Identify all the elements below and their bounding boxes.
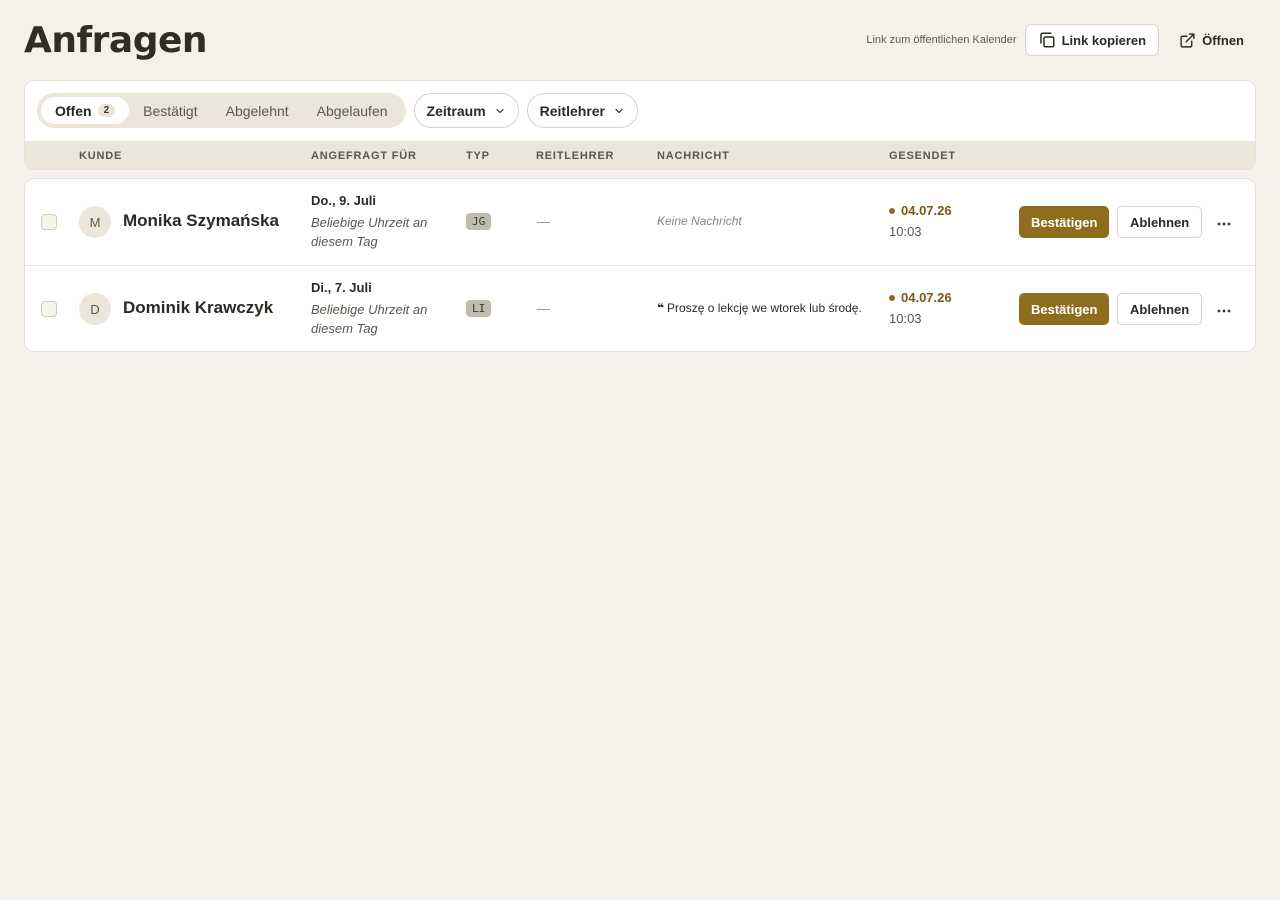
table-header: KUNDE ANGEFRAGT FÜR TYP REITLEHRER NACHR… — [25, 141, 1255, 169]
column-header-customer: KUNDE — [79, 150, 123, 162]
copy-link-label: Link kopieren — [1061, 32, 1147, 48]
sent-date-value: 04.07.26 — [901, 290, 952, 305]
public-link-label: Link zum öffentlichen Kalender — [866, 34, 1017, 46]
quote-icon: ❝ — [657, 301, 665, 315]
table-row: M Monika Szymańska Do., 9. Juli Beliebig… — [25, 179, 1255, 265]
column-header-type: TYP — [466, 150, 490, 162]
confirm-button[interactable]: Bestätigen — [1019, 206, 1110, 238]
unread-dot — [889, 207, 895, 214]
more-options-button[interactable] — [1212, 210, 1236, 234]
type-badge: LI — [466, 300, 492, 317]
more-horizontal-icon — [1217, 300, 1231, 318]
requested-for-cell: Di., 7. Juli Beliebige Uhrzeit an diesem… — [311, 280, 451, 338]
message-empty: Keine Nachricht — [657, 214, 742, 228]
open-link-label: Öffnen — [1202, 32, 1244, 48]
sent-date: 04.07.26 — [889, 203, 952, 218]
filter-toolbar: Offen 2 Bestätigt Abgelehnt Abgelaufen Z… — [37, 93, 638, 128]
copy-icon — [1038, 31, 1056, 49]
chevron-down-icon — [613, 105, 625, 117]
sent-cell: 04.07.26 10:03 — [889, 290, 952, 326]
avatar: D — [79, 293, 111, 325]
chevron-down-icon — [494, 105, 506, 117]
period-dropdown[interactable]: Zeitraum — [413, 93, 519, 128]
requested-time: Beliebige Uhrzeit an diesem Tag — [311, 215, 428, 249]
tab-rejected[interactable]: Abgelehnt — [212, 97, 303, 124]
instructor-value: — — [537, 301, 550, 316]
instructor-dropdown[interactable]: Reitlehrer — [526, 93, 638, 128]
requested-for-cell: Do., 9. Juli Beliebige Uhrzeit an diesem… — [311, 193, 451, 251]
instructor-dropdown-label: Reitlehrer — [539, 102, 605, 119]
copy-link-button[interactable]: Link kopieren — [1024, 24, 1160, 56]
requests-table: M Monika Szymańska Do., 9. Juli Beliebig… — [24, 178, 1256, 352]
requested-time: Beliebige Uhrzeit an diesem Tag — [311, 302, 428, 336]
reject-button[interactable]: Ablehnen — [1117, 293, 1203, 325]
column-header-message: NACHRICHT — [657, 150, 730, 162]
requested-date: Di., 7. Juli — [311, 280, 372, 295]
customer-name: Dominik Krawczyk — [123, 298, 274, 317]
column-header-requested-for: ANGEFRAGT FÜR — [311, 150, 417, 162]
table-row: D Dominik Krawczyk Di., 7. Juli Beliebig… — [25, 265, 1255, 351]
customer-name: Monika Szymańska — [123, 211, 279, 230]
reject-button[interactable]: Ablehnen — [1117, 206, 1203, 238]
more-horizontal-icon — [1217, 213, 1231, 231]
sent-date-value: 04.07.26 — [901, 203, 952, 218]
message-text: ❝ Proszę o lekcję we wtorek lub środę. — [657, 301, 862, 315]
tab-confirmed[interactable]: Bestätigt — [129, 97, 211, 124]
sent-date: 04.07.26 — [889, 290, 952, 305]
tab-open-label: Offen — [55, 102, 92, 119]
type-cell: LI — [466, 299, 492, 317]
more-options-button[interactable] — [1212, 297, 1236, 321]
period-dropdown-label: Zeitraum — [426, 102, 486, 119]
unread-dot — [889, 294, 895, 301]
sent-time: 10:03 — [889, 224, 922, 239]
tab-open[interactable]: Offen 2 — [41, 97, 130, 124]
tab-expired[interactable]: Abgelaufen — [303, 97, 402, 124]
status-tabs: Offen 2 Bestätigt Abgelehnt Abgelaufen — [37, 93, 406, 128]
instructor-value: — — [537, 214, 550, 229]
column-header-instructor: REITLEHRER — [536, 150, 615, 162]
row-checkbox[interactable] — [41, 214, 57, 230]
type-badge: JG — [466, 213, 492, 230]
column-header-sent: GESENDET — [889, 150, 956, 162]
header-actions: Link zum öffentlichen Kalender Link kopi… — [866, 24, 1256, 56]
type-cell: JG — [466, 212, 492, 230]
sent-time: 10:03 — [889, 311, 922, 326]
avatar: M — [79, 206, 111, 238]
tab-open-count: 2 — [97, 104, 116, 117]
requested-date: Do., 9. Juli — [311, 193, 377, 208]
filter-card: Offen 2 Bestätigt Abgelehnt Abgelaufen Z… — [24, 80, 1256, 170]
page-title: Anfragen — [24, 20, 208, 61]
message-value: Proszę o lekcję we wtorek lub środę. — [667, 301, 862, 315]
sent-cell: 04.07.26 10:03 — [889, 203, 952, 239]
external-link-icon — [1179, 32, 1196, 49]
row-checkbox[interactable] — [41, 301, 57, 317]
open-link-button[interactable]: Öffnen — [1167, 24, 1256, 56]
confirm-button[interactable]: Bestätigen — [1019, 293, 1110, 325]
